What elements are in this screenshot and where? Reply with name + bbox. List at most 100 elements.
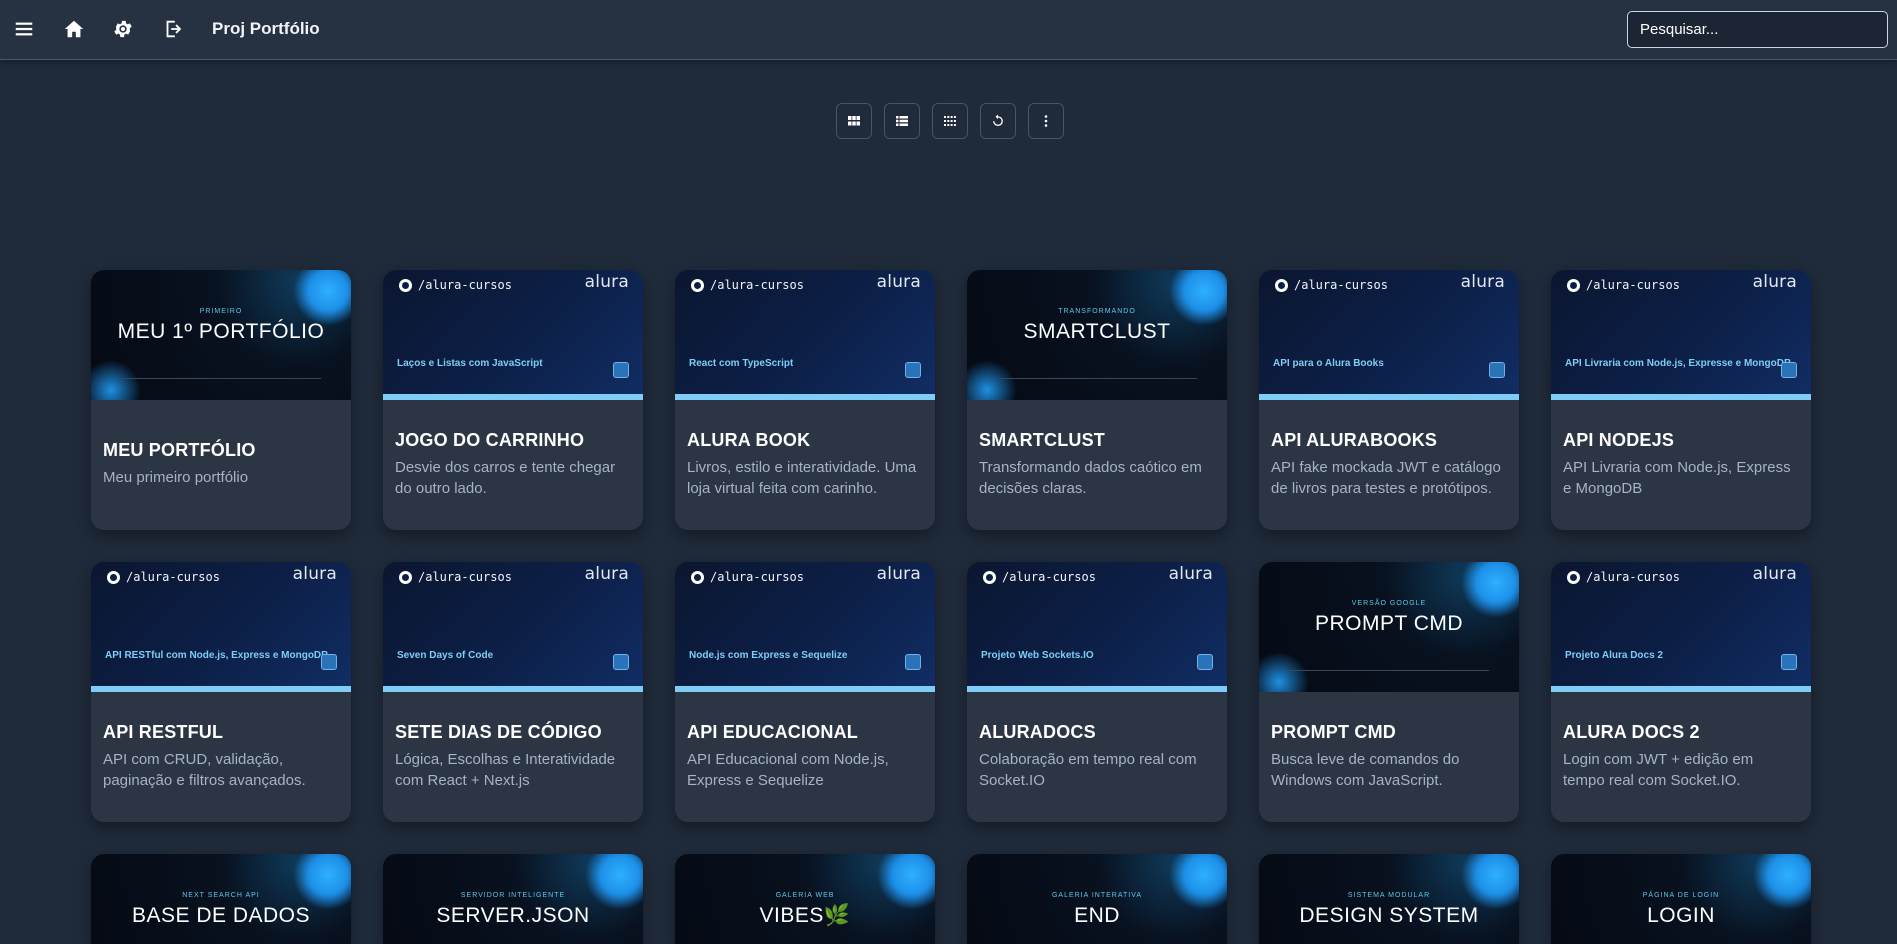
github-handle-text: /alura-cursos [126, 570, 220, 584]
project-card[interactable]: PRIMEIRO MEU 1º PORTFÓLIO MEU PORTFÓLIO Meu… [91, 270, 351, 530]
project-thumbnail: TRANSFORMANDO SMARTCLUST [967, 270, 1227, 400]
card-description: API fake mockada JWT e catálogo de livro… [1271, 459, 1501, 497]
grid-view-button[interactable] [836, 103, 872, 139]
card-title: ALURADOCS [979, 722, 1096, 742]
project-thumbnail: PRIMEIRO MEU 1º PORTFÓLIO [91, 270, 351, 400]
card-description: Transformando dados caótico em decisões … [979, 459, 1202, 497]
list-view-button[interactable] [884, 103, 920, 139]
card-title: API NODEJS [1563, 430, 1675, 450]
project-thumbnail: /alura-cursos alura Projeto Web Sockets.IO [967, 562, 1227, 692]
glow-shape [1169, 270, 1227, 326]
thumbnail-title: END [1074, 904, 1120, 927]
project-grid: PRIMEIRO MEU 1º PORTFÓLIO MEU PORTFÓLIO Meu… [91, 270, 1811, 944]
project-card[interactable]: /alura-cursos alura Projeto Alura Docs 2 AL… [1551, 562, 1811, 822]
github-handle-text: /alura-cursos [710, 278, 804, 292]
glow-shape [293, 270, 351, 326]
thumbnail-title: SERVER.JSON [436, 904, 590, 927]
project-card[interactable]: VERSÃO GOOGLE PROMPT CMD PROMPT CMD Busca l… [1259, 562, 1519, 822]
github-handle: /alura-cursos [983, 570, 1096, 584]
card-body: SETE DIAS DE CÓDIGO Lógica, Escolhas e In… [395, 722, 631, 791]
compact-grid-button[interactable] [932, 103, 968, 139]
glow-shape [967, 360, 1017, 400]
more-options-button[interactable] [1028, 103, 1064, 139]
card-title: API ALURABOOKS [1271, 430, 1438, 450]
project-thumbnail: SISTEMA MODULAR DESIGN SYSTEM [1259, 854, 1519, 944]
alura-logo: alura [1752, 272, 1797, 292]
home-icon[interactable] [59, 14, 89, 44]
project-thumbnail: PÁGINA DE LOGIN LOGIN [1551, 854, 1811, 944]
divider [121, 378, 321, 379]
github-handle: /alura-cursos [1275, 278, 1388, 292]
card-title: PROMPT CMD [1271, 722, 1396, 742]
card-description: Busca leve de comandos do Windows com Ja… [1271, 751, 1460, 789]
github-icon [983, 570, 996, 584]
project-thumbnail: /alura-cursos alura Projeto Alura Docs 2 [1551, 562, 1811, 692]
view-toolbar [836, 103, 1064, 139]
project-card[interactable]: SERVIDOR INTELIGENTE SERVER.JSON [383, 854, 643, 944]
project-card[interactable]: PÁGINA DE LOGIN LOGIN [1551, 854, 1811, 944]
project-card[interactable]: /alura-cursos alura React com TypeScript AL… [675, 270, 935, 530]
refresh-button[interactable] [980, 103, 1016, 139]
project-thumbnail: /alura-cursos alura API para o Alura Books [1259, 270, 1519, 400]
card-description: Lógica, Escolhas e Interatividade com Re… [395, 751, 616, 789]
card-description: API Educacional com Node.js, Express e S… [687, 751, 889, 789]
card-title: API RESTFUL [103, 722, 224, 742]
settings-icon[interactable] [108, 14, 138, 44]
thumbnail-eyebrow: NEXT SEARCH API [182, 892, 260, 899]
card-title: JOGO DO CARRINHO [395, 430, 585, 450]
card-title: SETE DIAS DE CÓDIGO [395, 722, 602, 742]
github-icon [1275, 278, 1288, 292]
thumbnail-title: SMARTCLUST [1023, 320, 1171, 343]
search-input[interactable] [1627, 11, 1888, 48]
github-handle-text: /alura-cursos [1294, 278, 1388, 292]
menu-icon[interactable] [9, 14, 39, 44]
more-options-icon [1044, 115, 1048, 127]
project-thumbnail: SERVIDOR INTELIGENTE SERVER.JSON [383, 854, 643, 944]
github-icon [399, 278, 412, 292]
github-handle-text: /alura-cursos [1586, 278, 1680, 292]
project-card[interactable]: GALERIA INTERATIVA END [967, 854, 1227, 944]
project-card[interactable]: /alura-cursos alura Node.js com Express e … [675, 562, 935, 822]
project-card[interactable]: /alura-cursos alura API RESTful com Node.j… [91, 562, 351, 822]
project-card[interactable]: GALERIA WEB VIBES🌿 [675, 854, 935, 944]
github-handle: /alura-cursos [691, 570, 804, 584]
glow-shape [1461, 854, 1519, 910]
card-body: API EDUCACIONAL API Educacional com Node.… [687, 722, 923, 791]
project-thumbnail: /alura-cursos alura Node.js com Express e … [675, 562, 935, 692]
github-handle-text: /alura-cursos [1002, 570, 1096, 584]
card-body: MEU PORTFÓLIO Meu primeiro portfólio [103, 440, 339, 488]
card-title: API EDUCACIONAL [687, 722, 859, 742]
github-handle-text: /alura-cursos [418, 278, 512, 292]
alura-logo: alura [1168, 564, 1213, 584]
compact-grid-icon [944, 116, 956, 126]
project-card[interactable]: SISTEMA MODULAR DESIGN SYSTEM [1259, 854, 1519, 944]
card-body: API ALURABOOKS API fake mockada JWT e cat… [1271, 430, 1507, 499]
alura-logo: alura [1752, 564, 1797, 584]
project-card[interactable]: /alura-cursos alura Projeto Web Sockets.IO… [967, 562, 1227, 822]
card-body: API RESTFUL API com CRUD, validação, pagi… [103, 722, 339, 791]
thumbnail-title: DESIGN SYSTEM [1299, 904, 1479, 927]
card-description: Meu primeiro portfólio [103, 469, 249, 486]
course-title: API para o Alura Books [1273, 358, 1384, 369]
course-title: Seven Days of Code [397, 650, 494, 661]
card-body: PROMPT CMD Busca leve de comandos do Wind… [1271, 722, 1507, 791]
project-card[interactable]: NEXT SEARCH API BASE DE DADOS [91, 854, 351, 944]
glow-shape [877, 854, 935, 910]
glow-shape [1753, 854, 1811, 910]
project-card[interactable]: /alura-cursos alura Laços e Listas com Jav… [383, 270, 643, 530]
course-title: API Livraria com Node.js, Expresse e Mon… [1565, 358, 1792, 369]
github-icon [107, 570, 120, 584]
github-handle: /alura-cursos [399, 278, 512, 292]
course-title: Laços e Listas com JavaScript [397, 358, 543, 369]
course-title: Projeto Web Sockets.IO [981, 650, 1094, 661]
project-card[interactable]: /alura-cursos alura API Livraria com Node.… [1551, 270, 1811, 530]
project-card[interactable]: /alura-cursos alura API para o Alura Books… [1259, 270, 1519, 530]
project-thumbnail: GALERIA WEB VIBES🌿 [675, 854, 935, 944]
list-view-icon [896, 116, 908, 126]
project-card[interactable]: /alura-cursos alura Seven Days of Code SETE… [383, 562, 643, 822]
glow-shape [293, 854, 351, 910]
logout-icon[interactable] [158, 14, 188, 44]
github-handle: /alura-cursos [107, 570, 220, 584]
project-card[interactable]: TRANSFORMANDO SMARTCLUST SMARTCLUST Transfo… [967, 270, 1227, 530]
glow-shape [585, 854, 643, 910]
